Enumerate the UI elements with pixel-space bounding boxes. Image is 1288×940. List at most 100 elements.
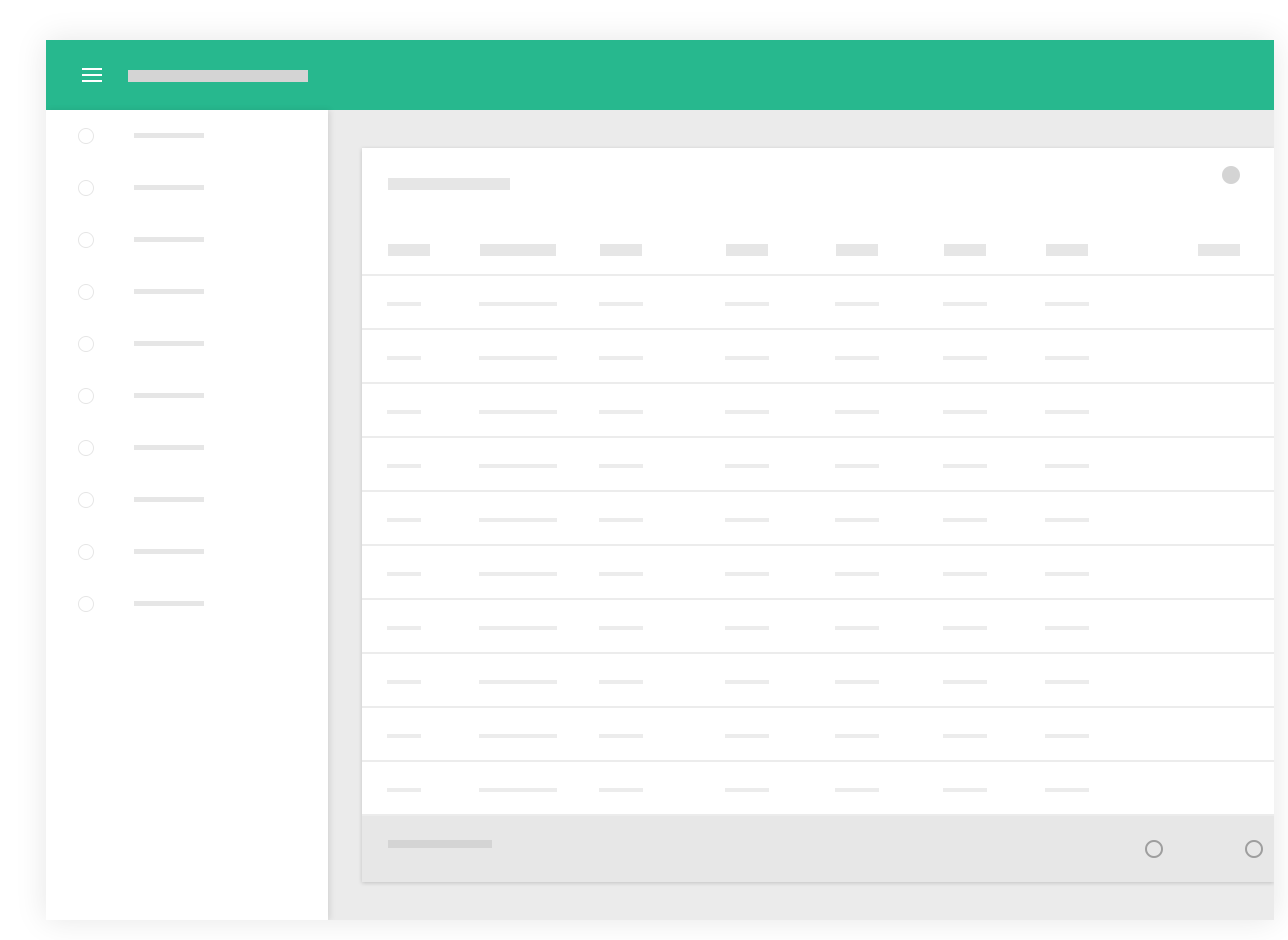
- table-cell: [599, 734, 643, 738]
- table-cell: [835, 464, 879, 468]
- table-cell: [387, 680, 421, 684]
- table-cell: [835, 572, 879, 576]
- table-cell: [479, 572, 557, 576]
- table-cell: [599, 680, 643, 684]
- table-cell: [943, 626, 987, 630]
- table-cell: [479, 518, 557, 522]
- sidebar-item[interactable]: [46, 370, 328, 422]
- table-cell: [835, 356, 879, 360]
- sidebar-item[interactable]: [46, 110, 328, 162]
- table-cell: [943, 788, 987, 792]
- table-row[interactable]: [362, 762, 1274, 816]
- table-cell: [725, 302, 769, 306]
- sidebar-item-label: [134, 497, 204, 502]
- table-cell: [1045, 788, 1089, 792]
- radio-icon: [78, 596, 94, 612]
- sidebar-item-label: [134, 341, 204, 346]
- column-header[interactable]: [600, 244, 642, 256]
- table-cell: [1045, 518, 1089, 522]
- radio-icon: [78, 232, 94, 248]
- table-cell: [835, 302, 879, 306]
- table-cell: [387, 302, 421, 306]
- table-cell: [479, 734, 557, 738]
- sidebar-item[interactable]: [46, 266, 328, 318]
- sidebar-item[interactable]: [46, 318, 328, 370]
- table-cell: [479, 356, 557, 360]
- app-title: [128, 70, 308, 82]
- table-cell: [479, 788, 557, 792]
- table-cell: [725, 410, 769, 414]
- column-header[interactable]: [388, 244, 430, 256]
- table-cell: [479, 302, 557, 306]
- more-icon[interactable]: [1222, 166, 1240, 184]
- sidebar-item[interactable]: [46, 162, 328, 214]
- sidebar-item[interactable]: [46, 474, 328, 526]
- table-cell: [835, 734, 879, 738]
- table-cell: [599, 518, 643, 522]
- table-row[interactable]: [362, 276, 1274, 330]
- table-cell: [943, 680, 987, 684]
- table-cell: [1045, 410, 1089, 414]
- table-row[interactable]: [362, 600, 1274, 654]
- table-cell: [1045, 626, 1089, 630]
- prev-page-button[interactable]: [1145, 840, 1163, 858]
- table-cell: [725, 626, 769, 630]
- sidebar-item-label: [134, 289, 204, 294]
- table-cell: [835, 680, 879, 684]
- table-cell: [835, 626, 879, 630]
- sidebar-item-label: [134, 445, 204, 450]
- column-header[interactable]: [944, 244, 986, 256]
- table-cell: [599, 626, 643, 630]
- table-row[interactable]: [362, 654, 1274, 708]
- table-row[interactable]: [362, 330, 1274, 384]
- column-header[interactable]: [480, 244, 556, 256]
- table-cell: [387, 356, 421, 360]
- sidebar-item[interactable]: [46, 526, 328, 578]
- column-header[interactable]: [1198, 244, 1240, 256]
- table-row[interactable]: [362, 384, 1274, 438]
- table-cell: [479, 626, 557, 630]
- table-cell: [599, 410, 643, 414]
- table-cell: [1045, 680, 1089, 684]
- menu-icon[interactable]: [82, 68, 102, 82]
- table-footer: [362, 816, 1274, 882]
- sidebar-item[interactable]: [46, 422, 328, 474]
- table-cell: [599, 356, 643, 360]
- table-row[interactable]: [362, 708, 1274, 762]
- column-header[interactable]: [1046, 244, 1088, 256]
- table-cell: [725, 356, 769, 360]
- table-cell: [725, 680, 769, 684]
- table-cell: [387, 572, 421, 576]
- table-row[interactable]: [362, 492, 1274, 546]
- app-window: [46, 40, 1274, 920]
- sidebar-item[interactable]: [46, 214, 328, 266]
- table-cell: [725, 464, 769, 468]
- radio-icon: [78, 492, 94, 508]
- table-cell: [479, 680, 557, 684]
- app-bar: [46, 40, 1274, 110]
- sidebar-item[interactable]: [46, 578, 328, 630]
- table-cell: [479, 410, 557, 414]
- radio-icon: [78, 336, 94, 352]
- sidebar-item-label: [134, 549, 204, 554]
- sidebar: [46, 110, 328, 920]
- table-cell: [1045, 464, 1089, 468]
- table-row[interactable]: [362, 438, 1274, 492]
- footer-status-text: [388, 840, 492, 848]
- radio-icon: [78, 440, 94, 456]
- table-cell: [1045, 302, 1089, 306]
- table-cell: [943, 410, 987, 414]
- sidebar-item-label: [134, 185, 204, 190]
- table-cell: [943, 302, 987, 306]
- column-header[interactable]: [836, 244, 878, 256]
- data-table-card: [362, 148, 1274, 882]
- table-cell: [943, 464, 987, 468]
- column-header[interactable]: [726, 244, 768, 256]
- sidebar-item-label: [134, 393, 204, 398]
- table-cell: [835, 410, 879, 414]
- table-row[interactable]: [362, 546, 1274, 600]
- next-page-button[interactable]: [1245, 840, 1263, 858]
- table-cell: [1045, 356, 1089, 360]
- table-cell: [835, 788, 879, 792]
- table-cell: [725, 734, 769, 738]
